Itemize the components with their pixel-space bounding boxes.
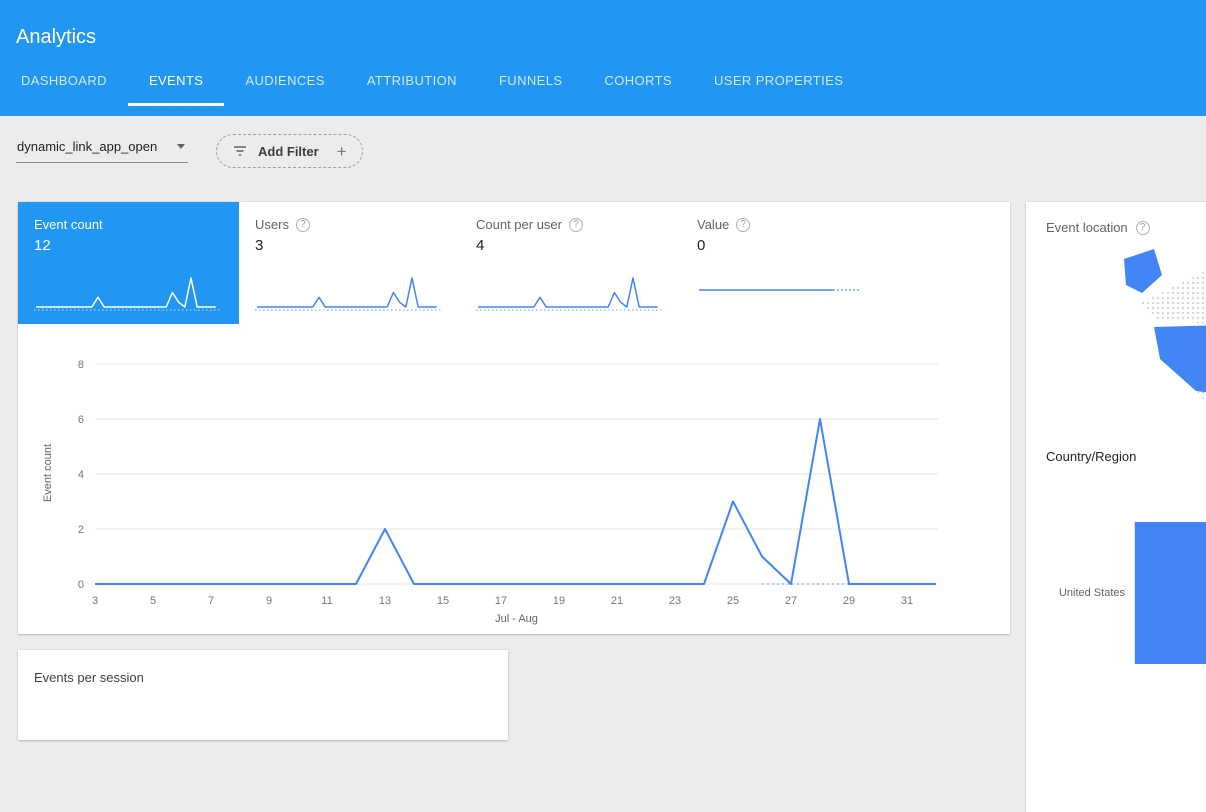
filter-bar: dynamic_link_app_open Add Filter + (0, 116, 1206, 172)
svg-text:17: 17 (495, 595, 507, 607)
svg-text:11: 11 (321, 595, 332, 607)
events-per-session-card: Events per session (18, 650, 508, 740)
nav-tabs: DASHBOARDEVENTSAUDIENCESATTRIBUTIONFUNNE… (0, 58, 1206, 106)
country-name: United States (1026, 587, 1134, 599)
left-column: Event count 12 Users? 3 Count per user? 4 Valu… (18, 202, 1010, 740)
map-mexico (1196, 391, 1206, 427)
metric-tab-count-per-user[interactable]: Count per user? 4 (460, 202, 681, 324)
tab-cohorts[interactable]: COHORTS (583, 58, 693, 106)
event-select-dropdown[interactable]: dynamic_link_app_open (16, 139, 188, 163)
svg-text:9: 9 (266, 595, 272, 607)
svg-text:21: 21 (611, 595, 623, 607)
svg-text:3: 3 (92, 595, 98, 607)
events-per-session-title: Events per session (34, 670, 492, 685)
country-region-label: Country/Region (1046, 449, 1206, 464)
metric-value: 0 (697, 237, 886, 254)
metric-label-text: Value (697, 217, 729, 232)
metric-label-text: Event count (34, 217, 103, 232)
add-filter-button[interactable]: Add Filter + (216, 134, 363, 168)
sparkline-chart (693, 270, 888, 316)
svg-text:25: 25 (727, 595, 739, 607)
event-location-title: Event location (1046, 220, 1128, 235)
metric-tab-users[interactable]: Users? 3 (239, 202, 460, 324)
map-alaska[interactable] (1124, 249, 1162, 293)
help-icon[interactable]: ? (1136, 221, 1150, 235)
chevron-down-icon (177, 144, 185, 149)
event-select-value: dynamic_link_app_open (17, 139, 157, 154)
app-title: Analytics (0, 0, 1206, 58)
metric-tab-event-count[interactable]: Event count 12 (18, 202, 239, 324)
svg-text:27: 27 (785, 595, 797, 607)
metric-value: 12 (34, 237, 223, 254)
help-icon[interactable]: ? (296, 218, 310, 232)
svg-text:13: 13 (379, 595, 391, 607)
tab-attribution[interactable]: ATTRIBUTION (346, 58, 478, 106)
svg-text:7: 7 (208, 595, 214, 607)
metric-label: Value? (697, 217, 886, 232)
metric-label-text: Count per user (476, 217, 562, 232)
event-count-chart: Event count 0 2 4 6 8 3 5 7 9 11 13 15 17 19 21 23 25 27 2… (18, 324, 1010, 634)
tab-funnels[interactable]: FUNNELS (478, 58, 583, 106)
svg-text:Jul - Aug: Jul - Aug (495, 613, 538, 625)
tab-user-properties[interactable]: USER PROPERTIES (693, 58, 864, 106)
help-icon[interactable]: ? (569, 218, 583, 232)
svg-text:19: 19 (553, 595, 565, 607)
sparkline-chart (472, 270, 667, 316)
metric-tabs: Event count 12 Users? 3 Count per user? 4 Valu… (18, 202, 1010, 324)
metric-label: Users? (255, 217, 444, 232)
svg-text:5: 5 (150, 595, 156, 607)
svg-text:31: 31 (901, 595, 913, 607)
content-area: Event count 12 Users? 3 Count per user? 4 Valu… (0, 202, 1206, 812)
tab-audiences[interactable]: AUDIENCES (224, 58, 345, 106)
line-chart: 0 2 4 6 8 3 5 7 9 11 13 15 17 19 21 23 25 27 29 31 Jul - Aug (18, 338, 998, 634)
metric-value: 3 (255, 237, 444, 254)
svg-text:8: 8 (78, 359, 84, 371)
metric-tab-value[interactable]: Value? 0 (681, 202, 902, 324)
tab-events[interactable]: EVENTS (128, 58, 224, 106)
svg-text:6: 6 (78, 414, 84, 426)
north-america-map (1096, 241, 1206, 437)
map-usa[interactable] (1154, 317, 1206, 399)
plus-icon[interactable]: + (337, 143, 347, 160)
event-location-card: Event location ? Country/Region United S… (1026, 202, 1206, 812)
events-card: Event count 12 Users? 3 Count per user? 4 Valu… (18, 202, 1010, 634)
filter-list-icon (232, 144, 248, 158)
y-axis-label: Event count (42, 428, 54, 518)
sparkline-chart (251, 270, 446, 316)
app-header: Analytics DASHBOARDEVENTSAUDIENCESATTRIB… (0, 0, 1206, 116)
metric-label: Event count (34, 217, 223, 232)
svg-text:23: 23 (669, 595, 681, 607)
help-icon[interactable]: ? (736, 218, 750, 232)
svg-text:2: 2 (78, 524, 84, 536)
country-bar[interactable] (1134, 522, 1206, 664)
metric-label: Count per user? (476, 217, 665, 232)
svg-text:0: 0 (78, 579, 84, 591)
svg-text:15: 15 (437, 595, 449, 607)
metric-value: 4 (476, 237, 665, 254)
metric-label-text: Users (255, 217, 289, 232)
sparkline-chart (30, 270, 225, 316)
tab-dashboard[interactable]: DASHBOARD (0, 58, 128, 106)
event-location-header: Event location ? (1026, 202, 1206, 235)
add-filter-label: Add Filter (258, 144, 319, 159)
svg-text:29: 29 (843, 595, 855, 607)
svg-text:4: 4 (78, 469, 84, 481)
geo-bar-row: United States (1026, 522, 1206, 664)
